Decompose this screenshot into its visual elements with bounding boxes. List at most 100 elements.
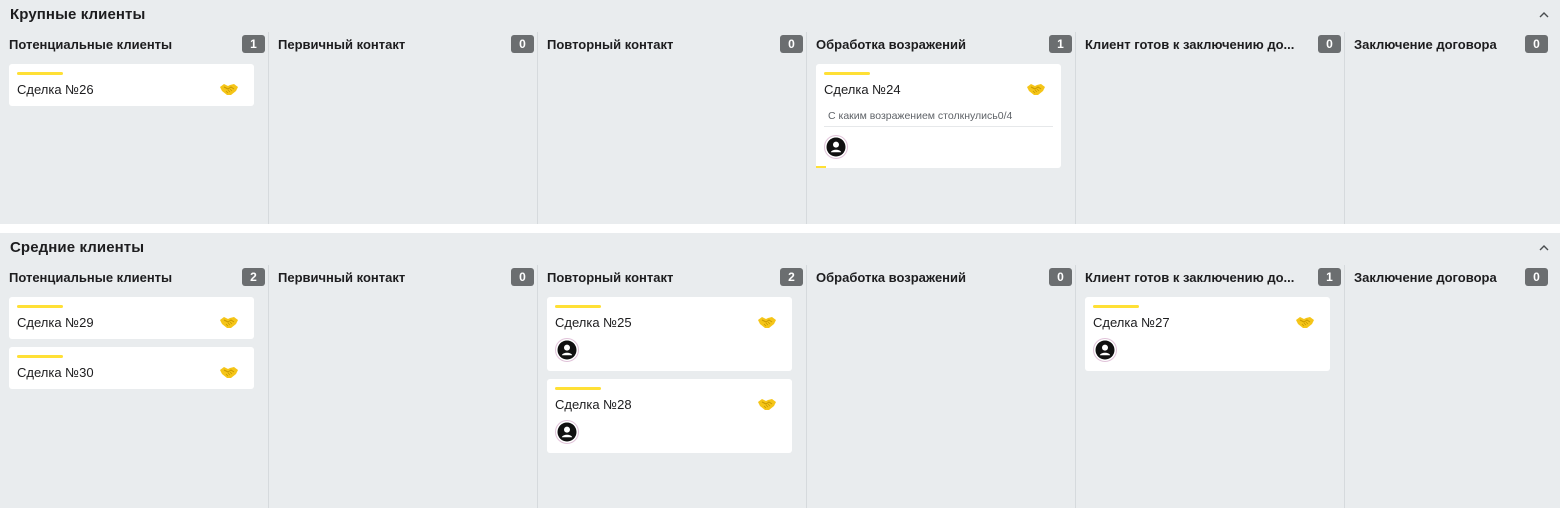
deal-title: Сделка №30 [17, 364, 94, 380]
user-circle-icon [557, 422, 577, 442]
stage-cards: Сделка №27 [1085, 297, 1332, 371]
deal-title: Сделка №25 [555, 314, 632, 330]
stage-column: Повторный контакт 0 [538, 32, 807, 224]
stage-header: Повторный контакт 2 [547, 265, 803, 289]
deal-title: Сделка №28 [555, 396, 632, 412]
group-title: Крупные клиенты [10, 6, 146, 23]
assignee-avatar[interactable] [555, 338, 579, 362]
assignee-avatar[interactable] [824, 135, 848, 159]
stage-header: Заключение договора 0 [1354, 265, 1548, 289]
stage-title: Клиент готов к заключению до... [1085, 269, 1295, 285]
deal-card[interactable]: Сделка №24 С каким возражением столкнули… [816, 64, 1061, 168]
deal-title: Сделка №27 [1093, 314, 1170, 330]
handshake-icon [218, 81, 240, 97]
stage-title: Первичный контакт [278, 269, 406, 285]
stage-header: Повторный контакт 0 [547, 32, 803, 56]
stage-count-badge: 2 [780, 268, 803, 286]
stage-title: Повторный контакт [547, 36, 674, 52]
stage-title: Первичный контакт [278, 36, 406, 52]
user-circle-icon [826, 137, 846, 157]
chevron-up-icon [1539, 244, 1549, 250]
assignee-avatar[interactable] [555, 420, 579, 444]
stage-cards: Сделка №25 Сделка №28 [547, 297, 794, 453]
collapse-group-button[interactable] [1536, 6, 1552, 22]
stage-count-badge: 0 [1525, 35, 1548, 53]
stage-count-badge: 0 [511, 35, 534, 53]
stage-title: Потенциальные клиенты [9, 269, 173, 285]
stage-title: Клиент готов к заключению до... [1085, 36, 1295, 52]
handshake-icon [756, 314, 778, 330]
stage-title: Заключение договора [1354, 269, 1497, 285]
deal-title: Сделка №26 [17, 81, 94, 97]
stage-column: Заключение договора 0 [1345, 265, 1560, 508]
stage-header: Потенциальные клиенты 1 [9, 32, 265, 56]
stage-cards: Сделка №24 С каким возражением столкнули… [816, 64, 1063, 168]
stage-header: Заключение договора 0 [1354, 32, 1548, 56]
stage-header: Первичный контакт 0 [278, 265, 534, 289]
stage-column: Первичный контакт 0 [269, 32, 538, 224]
handshake-icon [1294, 314, 1316, 330]
collapse-group-button[interactable] [1536, 239, 1552, 255]
deal-card[interactable]: Сделка №30 [9, 347, 254, 389]
stage-title: Заключение договора [1354, 36, 1497, 52]
user-circle-icon [557, 340, 577, 360]
card-progress-bar [816, 166, 826, 168]
handshake-icon [756, 396, 778, 412]
deal-card[interactable]: Сделка №27 [1085, 297, 1330, 371]
stage-column: Потенциальные клиенты 1 Сделка №26 [0, 32, 269, 224]
handshake-icon [1025, 81, 1047, 97]
assignee-avatar[interactable] [1093, 338, 1117, 362]
card-color-stripe [17, 355, 63, 358]
deal-card[interactable]: Сделка №25 [547, 297, 792, 371]
group-title: Средние клиенты [10, 239, 145, 256]
card-color-stripe [824, 72, 870, 75]
stage-cards: Сделка №26 [9, 64, 256, 106]
group-medium-clients: Средние клиенты Потенциальные клиенты 2 … [0, 233, 1560, 508]
card-color-stripe [1093, 305, 1139, 308]
deal-card[interactable]: Сделка №26 [9, 64, 254, 106]
stage-count-badge: 0 [1525, 268, 1548, 286]
stage-title: Обработка возражений [816, 269, 967, 285]
stage-header: Клиент готов к заключению до... 0 [1085, 32, 1341, 56]
stage-header: Потенциальные клиенты 2 [9, 265, 265, 289]
stage-column: Клиент готов к заключению до... 1 Сделка… [1076, 265, 1345, 508]
stage-title: Обработка возражений [816, 36, 967, 52]
stage-column: Обработка возражений 0 [807, 265, 1076, 508]
stage-count-badge: 1 [1318, 268, 1341, 286]
deal-card[interactable]: Сделка №28 [547, 379, 792, 453]
stage-count-badge: 2 [242, 268, 265, 286]
group-large-clients: Крупные клиенты Потенциальные клиенты 1 … [0, 0, 1560, 224]
stage-title: Потенциальные клиенты [9, 36, 173, 52]
stage-title: Повторный контакт [547, 269, 674, 285]
stage-count-badge: 1 [242, 35, 265, 53]
deal-card[interactable]: Сделка №29 [9, 297, 254, 339]
user-circle-icon [1095, 340, 1115, 360]
deal-title: Сделка №29 [17, 314, 94, 330]
card-color-stripe [17, 305, 63, 308]
stage-count-badge: 0 [511, 268, 534, 286]
stage-count-badge: 0 [1318, 35, 1341, 53]
stage-header: Обработка возражений 1 [816, 32, 1072, 56]
handshake-icon [218, 364, 240, 380]
card-color-stripe [555, 305, 601, 308]
stage-column: Повторный контакт 2 Сделка №25 Сделка №2… [538, 265, 807, 508]
handshake-icon [218, 314, 240, 330]
stage-column: Обработка возражений 1 Сделка №24 С каки… [807, 32, 1076, 224]
stage-header: Первичный контакт 0 [278, 32, 534, 56]
stage-column: Первичный контакт 0 [269, 265, 538, 508]
stage-column: Потенциальные клиенты 2 Сделка №29 Сделк… [0, 265, 269, 508]
stage-columns: Потенциальные клиенты 1 Сделка №26 Перви… [0, 32, 1560, 224]
card-field-question: С каким возражением столкнулись0/4 [824, 110, 1053, 127]
stage-count-badge: 1 [1049, 35, 1072, 53]
stage-column: Заключение договора 0 [1345, 32, 1560, 224]
stage-column: Клиент готов к заключению до... 0 [1076, 32, 1345, 224]
card-color-stripe [17, 72, 63, 75]
chevron-up-icon [1539, 11, 1549, 17]
stage-count-badge: 0 [1049, 268, 1072, 286]
deal-title: Сделка №24 [824, 81, 901, 97]
card-color-stripe [555, 387, 601, 390]
stage-columns: Потенциальные клиенты 2 Сделка №29 Сделк… [0, 265, 1560, 508]
stage-header: Обработка возражений 0 [816, 265, 1072, 289]
stage-cards: Сделка №29 Сделка №30 [9, 297, 256, 389]
stage-header: Клиент готов к заключению до... 1 [1085, 265, 1341, 289]
